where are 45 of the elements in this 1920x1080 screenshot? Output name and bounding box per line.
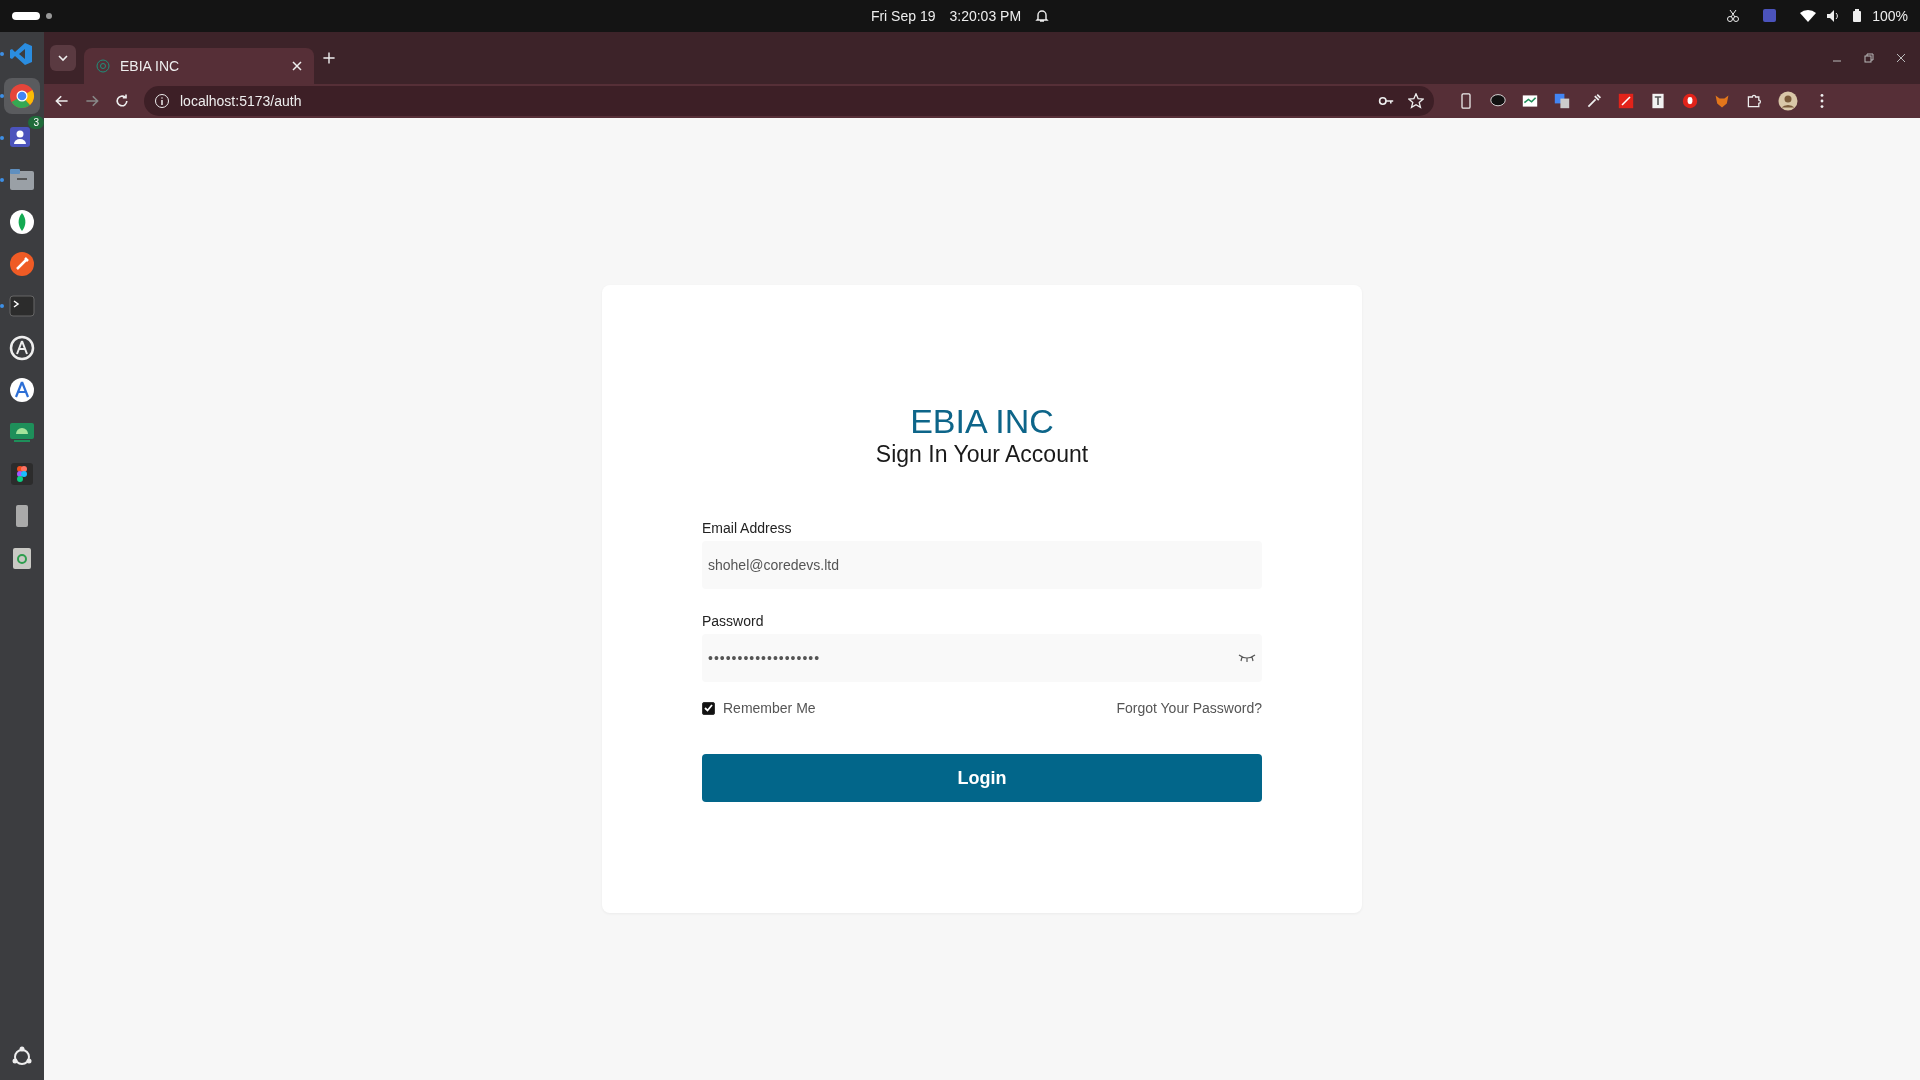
battery-icon[interactable] — [1852, 9, 1863, 23]
star-icon[interactable] — [1408, 93, 1424, 109]
tab-title[interactable]: EBIA INC — [120, 58, 180, 74]
notification-badge: 3 — [28, 116, 44, 129]
bell-icon[interactable] — [1035, 8, 1050, 24]
app-grid-icon[interactable] — [11, 1046, 33, 1068]
remember-label[interactable]: Remember Me — [723, 700, 816, 716]
info-icon[interactable] — [154, 93, 170, 109]
new-tab-icon[interactable] — [322, 51, 336, 65]
eyedropper-icon[interactable] — [1586, 93, 1602, 109]
time-text: 3:20:03 PM — [949, 8, 1022, 24]
wifi-icon[interactable] — [1800, 9, 1817, 23]
phone-icon[interactable] — [1458, 93, 1474, 109]
battery-percent: 100% — [1872, 8, 1908, 24]
remember-checkbox[interactable] — [702, 701, 715, 715]
date-text: Fri Sep 19 — [870, 8, 936, 24]
back-icon[interactable] — [54, 93, 70, 109]
url-text[interactable]: localhost:5173/auth — [180, 93, 302, 109]
workspace-dot[interactable] — [46, 13, 52, 19]
email-label: Email Address — [702, 520, 793, 536]
password-label: Password — [702, 613, 765, 629]
fox-icon[interactable] — [1714, 93, 1730, 109]
document-icon[interactable] — [1650, 93, 1666, 109]
forward-icon[interactable] — [84, 93, 100, 109]
email-field[interactable]: shohel@coredevs.ltd — [702, 541, 1262, 589]
password-value: ••••••••••••••••••• — [708, 650, 822, 666]
close-tab-icon[interactable] — [292, 61, 302, 71]
page-heading: Sign In Your Account — [875, 441, 1089, 468]
forgot-password-link[interactable]: Forgot Your Password? — [1116, 700, 1262, 716]
company-name: EBIA INC — [910, 403, 1054, 439]
browser-tab[interactable]: EBIA INC — [84, 48, 314, 84]
restore-icon[interactable] — [1864, 53, 1874, 63]
close-icon[interactable] — [1896, 53, 1906, 63]
favicon-icon — [96, 59, 110, 73]
chevron-down-icon[interactable] — [58, 54, 68, 62]
scissors-icon[interactable] — [1726, 9, 1741, 23]
reload-icon[interactable] — [114, 93, 130, 109]
puzzle-icon[interactable] — [1746, 93, 1762, 109]
tab-list-button[interactable] — [50, 45, 76, 71]
password-field[interactable]: ••••••••••••••••••• — [702, 634, 1262, 682]
login-button[interactable]: Login — [702, 754, 1262, 802]
avatar-icon[interactable] — [1778, 91, 1798, 111]
address-bar[interactable]: localhost:5173/auth — [144, 86, 1434, 116]
eye-closed-icon[interactable] — [1238, 653, 1256, 663]
workspace-indicator[interactable] — [12, 12, 40, 20]
